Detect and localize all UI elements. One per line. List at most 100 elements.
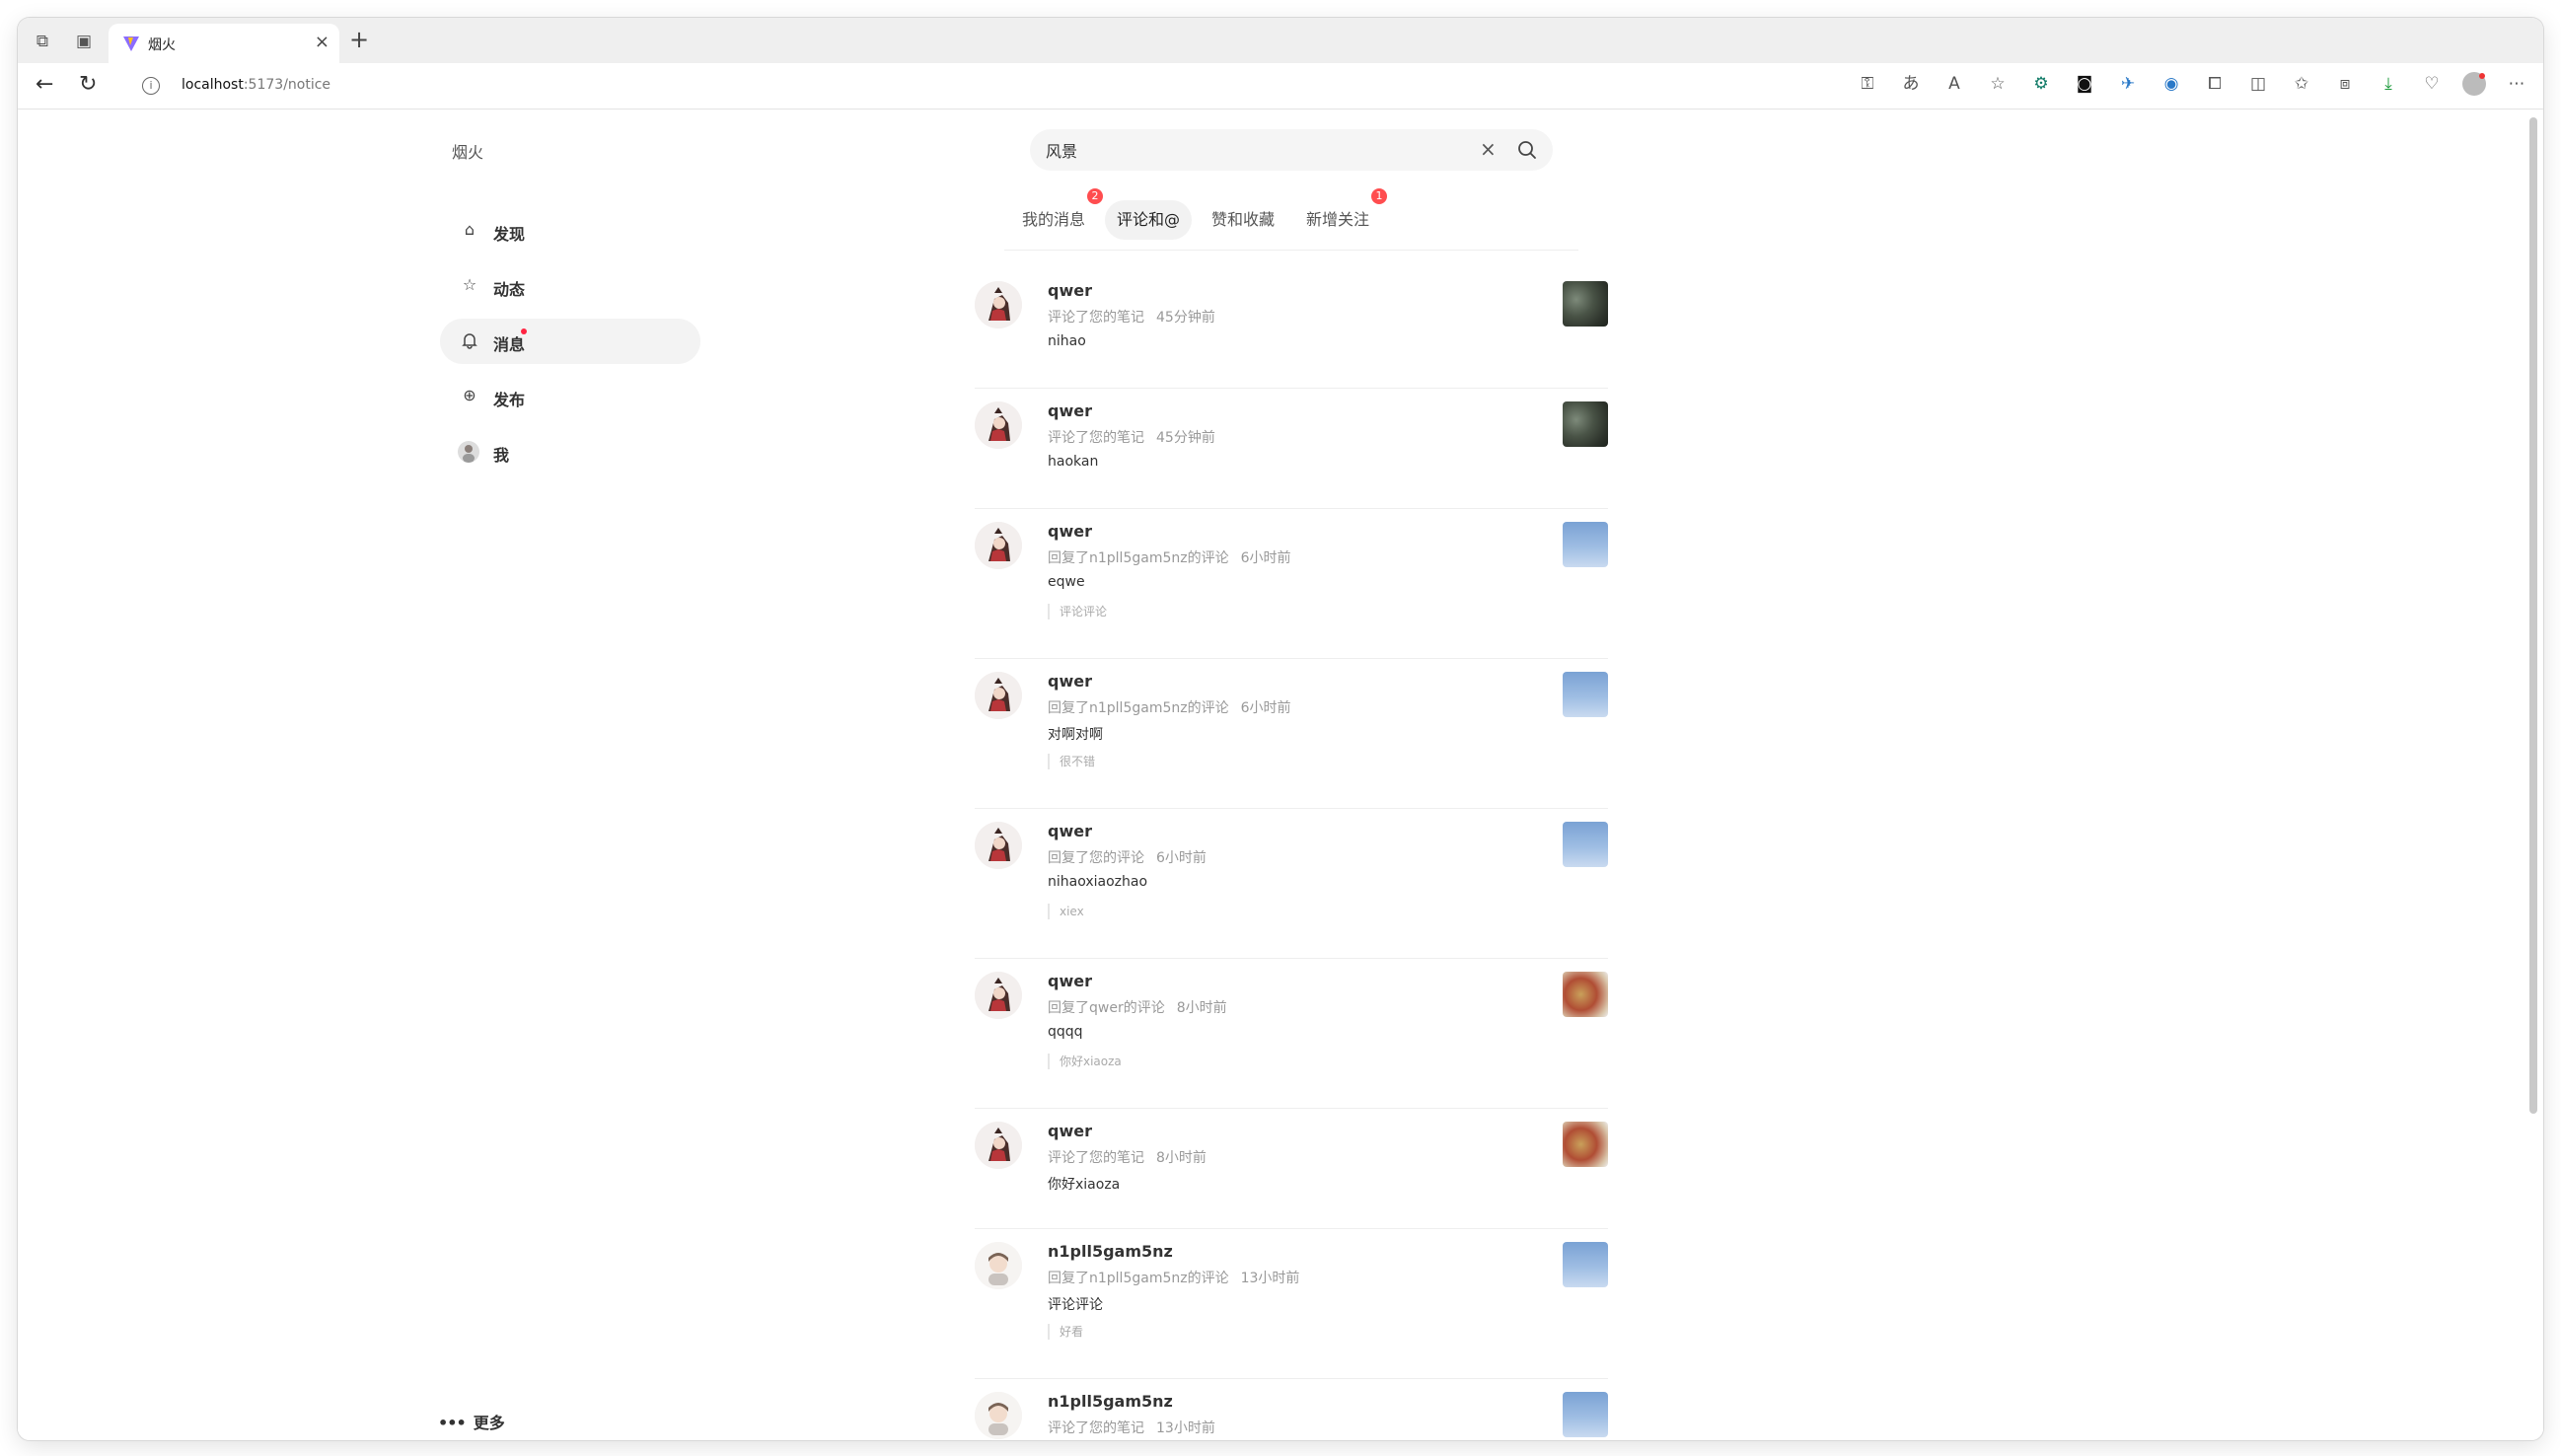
search-input[interactable]: [1044, 139, 1442, 160]
notice-item[interactable]: qwer 回复了您的评论 6小时前 nihaoxiaozhao xiex: [975, 808, 1608, 959]
translate-icon[interactable]: あ: [1898, 71, 1924, 97]
browser-tab[interactable]: 烟火 ×: [109, 24, 339, 63]
collections-icon[interactable]: ⧈: [2332, 71, 2358, 97]
note-thumbnail[interactable]: [1563, 1242, 1608, 1287]
notice-item[interactable]: qwer 评论了您的笔记 45分钟前 nihao: [975, 267, 1608, 389]
home-icon: ⌂: [464, 220, 476, 239]
notice-item[interactable]: n1pll5gam5nz 回复了n1pll5gam5nz的评论 13小时前 评论评论好…: [975, 1228, 1608, 1379]
extension-square-icon[interactable]: ◙: [2072, 71, 2097, 97]
note-thumbnail[interactable]: [1563, 522, 1608, 567]
notice-item[interactable]: qwer 回复了qwer的评论 8小时前 qqqq 你好xiaoza: [975, 958, 1608, 1109]
close-icon[interactable]: ×: [315, 32, 329, 52]
notice-username[interactable]: qwer: [1048, 522, 1092, 541]
notice-item[interactable]: qwer 评论了您的笔记 45分钟前 haokan: [975, 388, 1608, 509]
notice-username[interactable]: n1pll5gam5nz: [1048, 1392, 1173, 1411]
notice-content: eqwe: [1048, 574, 1085, 590]
note-thumbnail[interactable]: [1563, 972, 1608, 1017]
more-menu-icon[interactable]: ⋯: [2504, 71, 2529, 97]
note-thumbnail[interactable]: [1563, 822, 1608, 867]
key-icon[interactable]: ⚿: [1855, 71, 1880, 97]
notice-action: 评论了您的笔记: [1048, 430, 1144, 446]
notice-time: 8小时前: [1156, 1150, 1207, 1166]
sidebar-item-feed[interactable]: ☆ 动态: [440, 263, 700, 309]
notice-username[interactable]: qwer: [1048, 672, 1092, 691]
tab-my-messages[interactable]: 我的消息 2: [1010, 188, 1104, 240]
note-thumbnail[interactable]: [1563, 1392, 1608, 1437]
notice-username[interactable]: qwer: [1048, 281, 1092, 300]
note-thumbnail[interactable]: [1563, 401, 1608, 447]
note-thumbnail[interactable]: [1563, 1122, 1608, 1167]
avatar[interactable]: [975, 822, 1022, 869]
notice-item[interactable]: qwer 评论了您的笔记 8小时前你好xiaoza: [975, 1108, 1608, 1229]
notice-item[interactable]: qwer 回复了n1pll5gam5nz的评论 6小时前 eqwe 评论评论: [975, 508, 1608, 659]
profile-avatar[interactable]: [2462, 72, 2486, 96]
notice-username[interactable]: qwer: [1048, 1122, 1092, 1140]
avatar[interactable]: [975, 1242, 1022, 1289]
avatar[interactable]: [975, 281, 1022, 328]
tab-label: 新增关注: [1306, 210, 1370, 229]
avatar[interactable]: [975, 972, 1022, 1019]
notice-action: 回复了您的评论: [1048, 850, 1144, 866]
clear-icon[interactable]: ×: [1480, 138, 1497, 160]
avatar[interactable]: [975, 1122, 1022, 1169]
new-tab-icon[interactable]: +: [349, 28, 369, 51]
browser-tab-bar: ⧉ ▣ 烟火 × +: [18, 18, 2543, 63]
avatar[interactable]: [975, 672, 1022, 719]
sidebar-item-messages[interactable]: 消息: [440, 319, 700, 364]
refresh-icon[interactable]: ↻: [79, 73, 97, 97]
notice-username[interactable]: qwer: [1048, 401, 1092, 420]
notice-action: 评论了您的笔记: [1048, 1150, 1144, 1166]
notice-time: 45分钟前: [1156, 430, 1215, 446]
sidebar-item-publish[interactable]: ⊕ 发布: [440, 374, 700, 419]
heart-icon[interactable]: ♡: [2419, 71, 2445, 97]
notice-meta: 评论了您的笔记 8小时前: [1048, 1147, 1207, 1167]
toolbar-icons: ⚿ あ A ☆ ⚙ ◙ ✈ ◉ ⧠ ◫ ✩ ⧈ ⤓ ♡ ⋯: [1855, 71, 2529, 97]
extension-plane-icon[interactable]: ✈: [2115, 71, 2141, 97]
page-viewport: 烟火 ⌂ 发现 ☆ 动态 消息 ⊕ 发布 我 ••• 更多 ×: [18, 109, 2543, 1440]
tab-new-followers[interactable]: 新增关注 1: [1294, 188, 1388, 240]
split-screen-icon[interactable]: ◫: [2245, 71, 2271, 97]
notice-username[interactable]: qwer: [1048, 822, 1092, 840]
notice-meta: 回复了n1pll5gam5nz的评论 6小时前: [1048, 547, 1291, 567]
extension-gear-icon[interactable]: ⚙: [2028, 71, 2054, 97]
favorite-star-icon[interactable]: ☆: [1985, 71, 2011, 97]
info-icon[interactable]: i: [142, 77, 160, 95]
notice-time: 6小时前: [1156, 850, 1207, 866]
app-logo[interactable]: 烟火: [452, 139, 483, 163]
vertical-tabs-icon[interactable]: ▣: [73, 31, 95, 52]
favorites-icon[interactable]: ✩: [2289, 71, 2314, 97]
tab-likes-favorites[interactable]: 赞和收藏: [1200, 200, 1286, 240]
notice-meta: 评论了您的笔记 45分钟前: [1048, 427, 1215, 447]
sidebar-item-label: 我: [493, 446, 510, 465]
read-aloud-icon[interactable]: A: [1941, 71, 1967, 97]
notice-content: 对啊对啊: [1048, 727, 1103, 743]
notice-quote: 好看: [1048, 1324, 1083, 1340]
more-button[interactable]: ••• 更多: [438, 1410, 505, 1433]
url-text[interactable]: localhost:5173/notice: [182, 77, 330, 93]
notice-item[interactable]: n1pll5gam5nz 评论了您的笔记 13小时前: [975, 1378, 1608, 1440]
notice-username[interactable]: qwer: [1048, 972, 1092, 990]
avatar[interactable]: [975, 1392, 1022, 1439]
extension-globe-icon[interactable]: ◉: [2159, 71, 2184, 97]
sidebar-item-label: 发现: [493, 225, 526, 244]
extensions-puzzle-icon[interactable]: ⧠: [2202, 71, 2228, 97]
notice-content: 你好xiaoza: [1048, 1177, 1121, 1193]
download-icon[interactable]: ⤓: [2376, 71, 2401, 97]
back-icon[interactable]: ←: [36, 73, 53, 97]
sidebar-item-discover[interactable]: ⌂ 发现: [440, 208, 700, 254]
notice-username[interactable]: n1pll5gam5nz: [1048, 1242, 1173, 1261]
sidebar-item-me[interactable]: 我: [440, 429, 700, 474]
avatar[interactable]: [975, 401, 1022, 449]
note-thumbnail[interactable]: [1563, 281, 1608, 327]
more-label: 更多: [473, 1414, 505, 1432]
workspaces-icon[interactable]: ⧉: [32, 31, 53, 52]
search-icon[interactable]: [1515, 138, 1539, 162]
notice-item[interactable]: qwer 回复了n1pll5gam5nz的评论 6小时前 对啊对啊 很不错: [975, 658, 1608, 809]
note-thumbnail[interactable]: [1563, 672, 1608, 717]
avatar[interactable]: [975, 522, 1022, 569]
notice-meta: 回复了n1pll5gam5nz的评论 13小时前: [1048, 1268, 1299, 1287]
count-badge: 2: [1087, 188, 1104, 204]
notice-action: 回复了n1pll5gam5nz的评论: [1048, 700, 1229, 716]
scrollbar[interactable]: [2529, 117, 2537, 1114]
tab-comments-mentions[interactable]: 评论和@: [1105, 200, 1193, 240]
